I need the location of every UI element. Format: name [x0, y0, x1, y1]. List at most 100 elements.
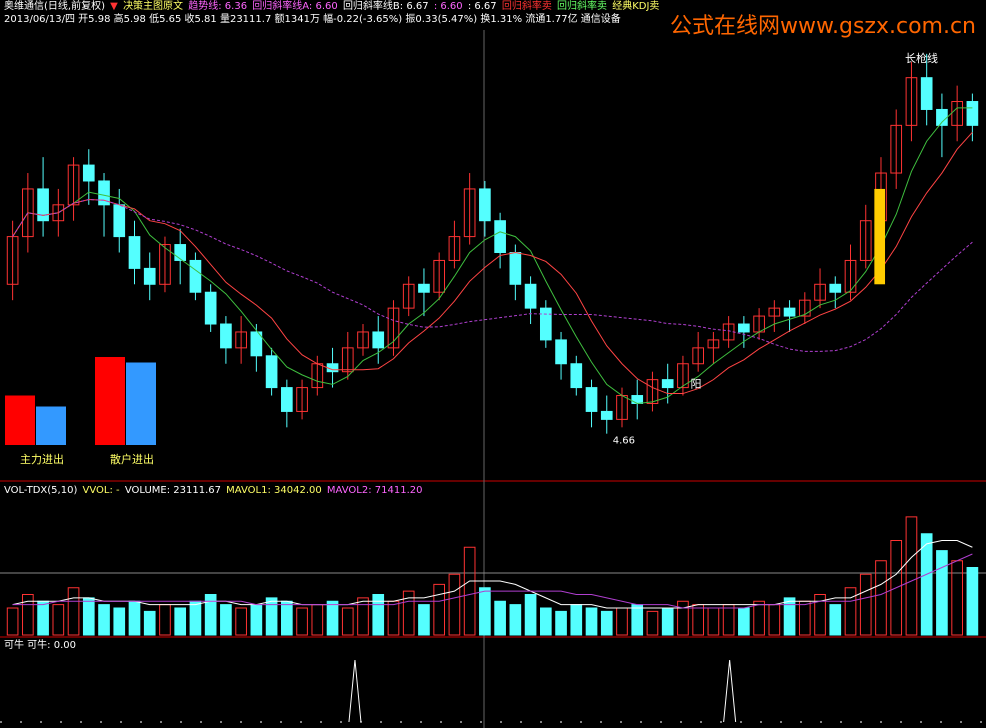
reg-a-value: 回归斜率线A: 6.60: [252, 1, 338, 12]
volume-bar: [326, 600, 339, 636]
volume-bar: [539, 607, 552, 636]
volume-bar: [357, 597, 369, 636]
candle-body: [738, 323, 750, 333]
header-row-2: 2013/06/13/四 开5.98 高5.98 低5.65 收5.81 量23…: [4, 14, 621, 25]
volume-bar: [936, 550, 948, 636]
vol-name: VOL-TDX(5,10): [4, 485, 78, 496]
volume-bar: [250, 604, 263, 636]
candle-body: [661, 379, 674, 389]
volume-bar: [722, 604, 735, 636]
highlight-bar: [874, 188, 886, 285]
volume-bar: [707, 607, 720, 636]
yang-label: 阳: [691, 378, 702, 391]
volume-bar: [570, 604, 583, 636]
candle-body: [174, 244, 187, 261]
volume-bar: [98, 604, 110, 636]
volume-bar: [738, 607, 750, 636]
volume-bar: [692, 604, 704, 636]
vol-ma1-line: [12, 540, 973, 609]
sell2-label: 回归斜率卖: [557, 1, 608, 12]
candle-body: [143, 267, 156, 285]
volume-bar: [52, 604, 65, 636]
candle-body: [37, 188, 49, 222]
bottom-header: 可牛 可牛: 0.00: [4, 640, 76, 651]
volume-bar: [37, 600, 49, 636]
volume-bar: [859, 573, 872, 636]
volume-bar: [798, 600, 811, 636]
candle-body: [494, 220, 506, 253]
main-flow-label: 主力进出: [20, 452, 64, 466]
volume-bar: [311, 604, 324, 636]
candle-body: [479, 188, 491, 222]
candle-body: [372, 331, 385, 349]
candle-body: [555, 339, 567, 365]
volume-bar: [600, 610, 613, 636]
volume-bar: [296, 607, 308, 636]
volume-bar: [448, 573, 461, 636]
volume-bar: [661, 607, 674, 636]
candle-body: [418, 283, 430, 293]
volume-bar: [174, 607, 187, 636]
candle-body: [920, 77, 933, 110]
flow-bar: [36, 406, 66, 445]
volume-bar: [677, 600, 689, 636]
volume-bar: [281, 600, 293, 636]
volume-bar: [555, 610, 567, 636]
volume-bar: [113, 607, 126, 636]
volume-bar: [905, 516, 918, 636]
candle-body: [265, 355, 278, 389]
volume-bar: [585, 607, 598, 636]
watermark: 公式在线网www.gszx.com.cn: [670, 14, 976, 39]
top-label: 长枪线: [905, 51, 938, 65]
indicator-name: 决策主图原文: [123, 1, 184, 12]
volume-bar: [783, 597, 796, 636]
volume-bar: [128, 600, 141, 636]
volume-bar: [6, 607, 19, 636]
volume-bar: [433, 583, 446, 636]
candle-body: [509, 252, 522, 285]
volume-bar: [844, 587, 857, 636]
volume-bar: [524, 594, 537, 636]
retail-flow-label: 散户进出: [110, 452, 154, 466]
candle-body: [220, 323, 232, 349]
down-arrow-icon: ▼: [110, 1, 118, 12]
volume-bar: [463, 546, 476, 636]
volume-bar: [235, 607, 247, 636]
stock-title: 奥维通信(日线,前复权): [4, 1, 105, 12]
v1-value: : 6.60: [433, 1, 463, 12]
kn-spike: [348, 659, 362, 723]
volume-bar: [951, 560, 963, 636]
kn-spike: [723, 659, 737, 723]
volume-bar: [829, 604, 842, 636]
candle-body: [570, 363, 583, 389]
candle-body: [204, 291, 217, 325]
candle-body: [113, 204, 126, 238]
v2-value: : 6.67: [467, 1, 497, 12]
candle-body: [585, 387, 598, 412]
volume-bar: [22, 594, 34, 636]
volume-bar: [646, 610, 659, 636]
candle-body: [829, 283, 842, 293]
trend-value: 趋势线: 6.36: [188, 1, 248, 12]
volume-bar: [82, 597, 95, 636]
candle-body: [281, 387, 293, 412]
mavol2-value: MAVOL2: 71411.20: [326, 485, 423, 496]
volume-bar: [387, 600, 400, 636]
reg-b-value: 回归斜率线B: 6.67: [342, 1, 429, 12]
vvol-value: VVOL: -: [82, 485, 120, 496]
volume-bar: [204, 594, 217, 636]
volume-bar: [265, 597, 278, 636]
volume-header: VOL-TDX(5,10) VVOL: - VOLUME: 23111.67 M…: [4, 485, 424, 497]
candle-body: [128, 236, 141, 269]
volume-bar: [189, 600, 202, 636]
sell1-label: 回归斜率卖: [501, 1, 552, 12]
flow-bar: [5, 395, 35, 445]
flow-bar: [95, 357, 125, 445]
candle-body: [82, 164, 95, 182]
candle-body: [966, 101, 979, 126]
volume-bar: [509, 604, 522, 636]
sell3-label: 经典KDJ卖: [612, 1, 660, 12]
flow-boxes: 主力进出 散户进出: [5, 357, 156, 466]
volume-bar: [753, 600, 765, 636]
volume-bar: [220, 604, 232, 636]
